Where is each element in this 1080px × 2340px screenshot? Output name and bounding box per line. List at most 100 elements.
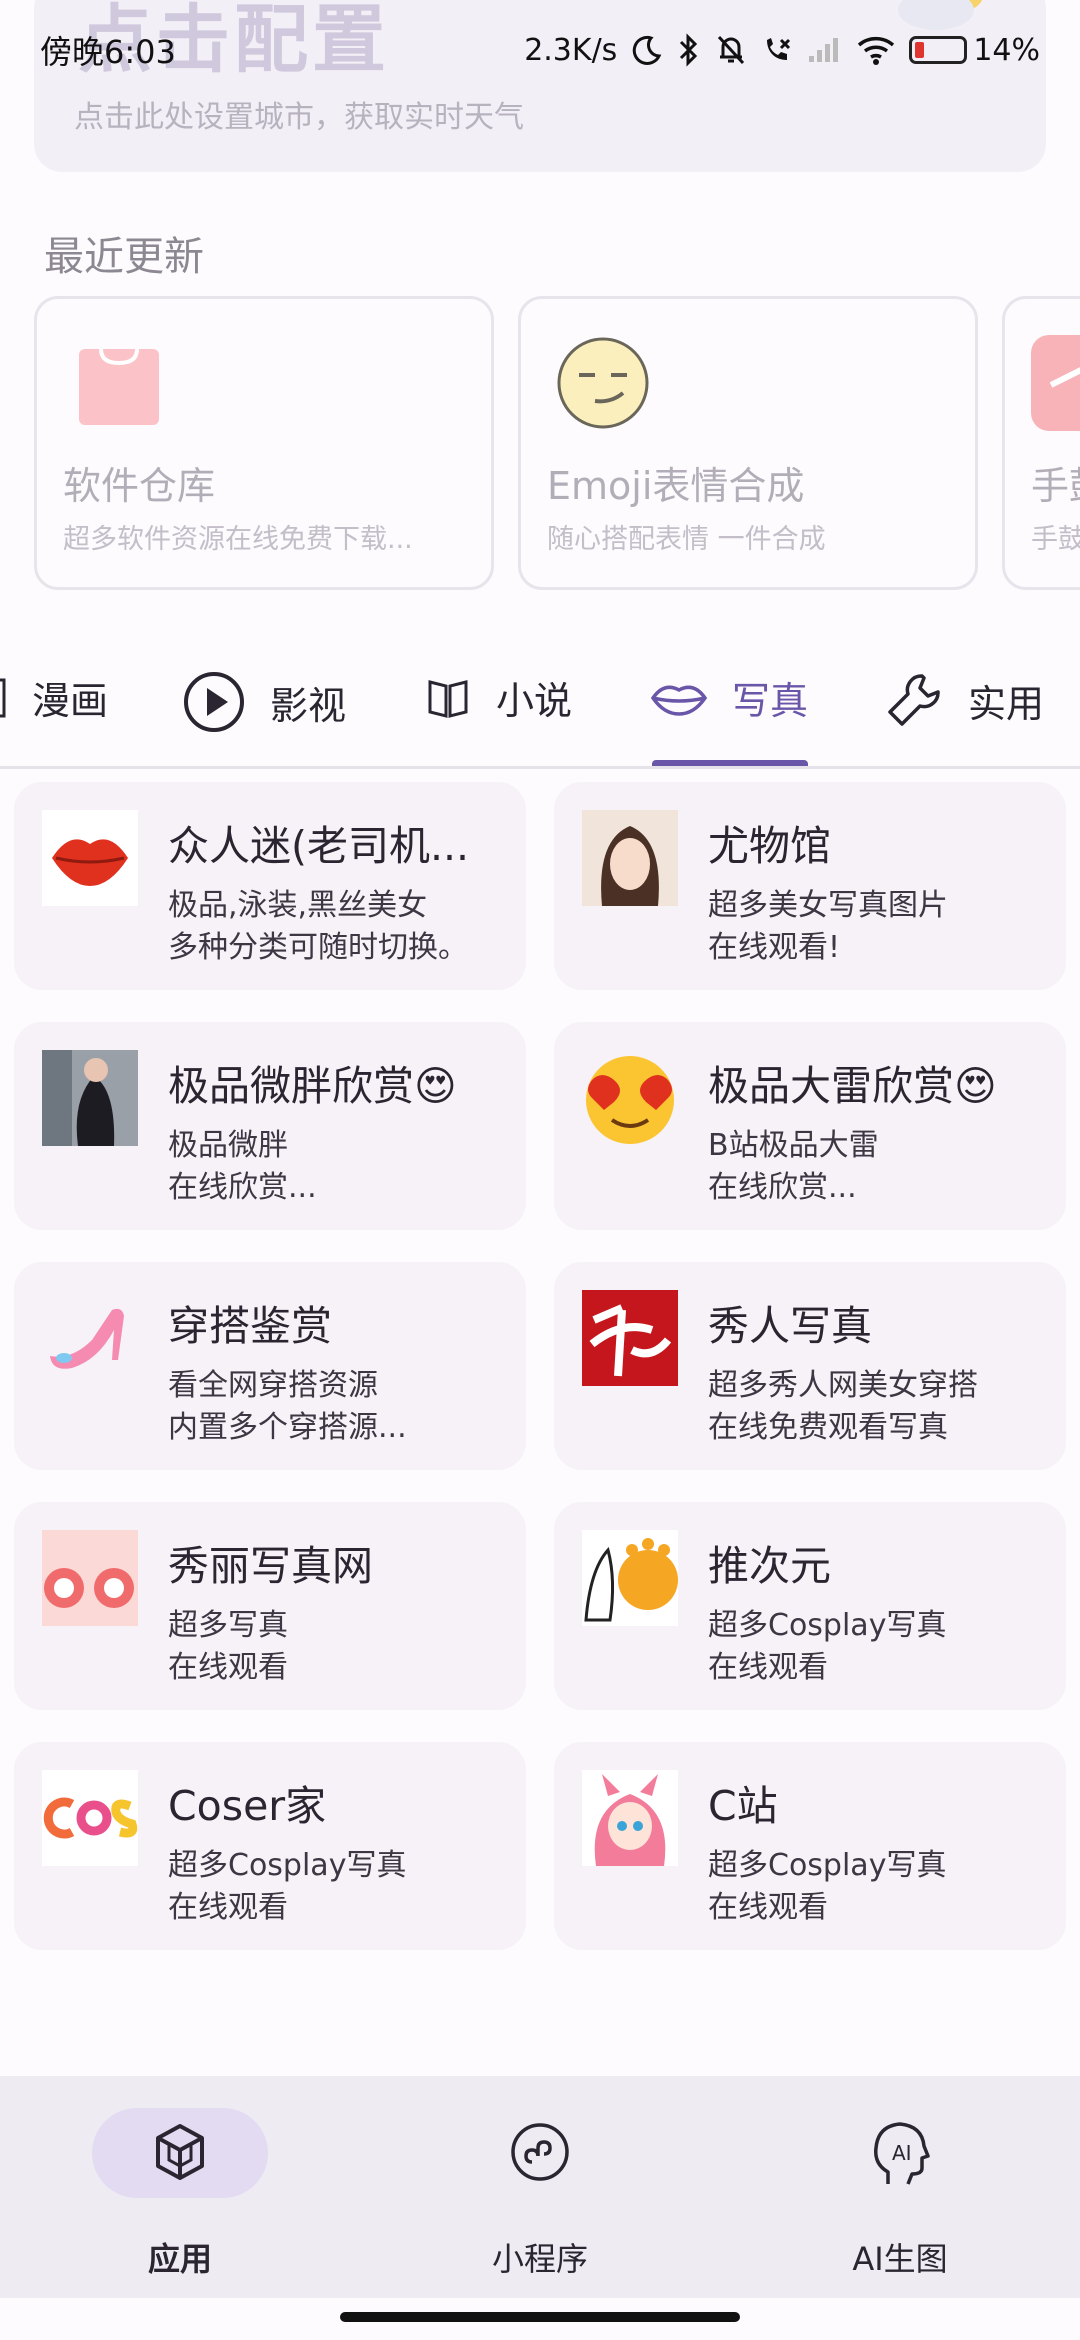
app-title: 推次元 xyxy=(708,1542,831,1590)
recent-card-title: 软件仓库 xyxy=(63,464,216,508)
tab-label: 漫画 xyxy=(32,679,109,723)
app-card[interactable]: 秀人写真 超多秀人网美女穿搭 在线免费观看写真 xyxy=(554,1262,1066,1470)
app-desc-line2: 在线欣赏... xyxy=(708,1170,857,1205)
app-desc-line2: 在线观看 xyxy=(708,1890,828,1925)
tab-label: 小说 xyxy=(496,679,573,723)
moon-icon xyxy=(633,35,662,65)
app-desc-line1: 超多Cosplay写真 xyxy=(708,1848,947,1883)
recent-card-subtitle: 随心搭配表情 一件合成 xyxy=(547,524,826,555)
app-desc-line1: B站极品大雷 xyxy=(708,1128,879,1163)
high-heel-icon xyxy=(42,1290,138,1386)
call-muted-icon xyxy=(767,38,791,60)
app-card[interactable]: 极品大雷欣赏😍 B站极品大雷 在线欣赏... xyxy=(554,1022,1066,1230)
open-book-icon xyxy=(428,679,468,718)
net-speed: 2.3K/s xyxy=(524,32,618,68)
tab-video[interactable]: 影视 xyxy=(182,670,346,734)
ai-head-icon: AI xyxy=(874,2122,930,2185)
nav-mini-programs[interactable]: 小程序 xyxy=(360,2076,720,2298)
app-card[interactable]: 推次元 超多Cosplay写真 在线观看 xyxy=(554,1502,1066,1710)
app-title: 尤物馆 xyxy=(708,822,831,870)
wifi-icon xyxy=(858,37,895,65)
heart-sunglasses-emoji-icon xyxy=(582,1050,678,1146)
shopping-bag-icon xyxy=(71,335,167,431)
smirk-emoji-icon xyxy=(555,335,651,431)
nav-label: 小程序 xyxy=(491,2240,588,2278)
recent-card[interactable]: 手鼓 手鼓 xyxy=(1002,296,1080,590)
cat-mascot-icon xyxy=(582,1530,678,1626)
app-title: 穿搭鉴赏 xyxy=(168,1302,332,1350)
app-title: C站 xyxy=(708,1782,778,1830)
play-icon xyxy=(184,672,244,732)
app-card[interactable]: 极品微胖欣赏😍 极品微胖 在线欣赏... xyxy=(14,1022,526,1230)
nav-apps[interactable]: 应用 xyxy=(0,2076,360,2298)
status-bar: 傍晚6:03 2.3K/s 14% xyxy=(0,0,1080,100)
app-title: 极品微胖欣赏😍 xyxy=(168,1062,457,1110)
app-title: Coser家 xyxy=(168,1782,327,1830)
tab-novel[interactable]: 小说 xyxy=(424,670,572,725)
cube-icon xyxy=(156,2124,204,2180)
app-title: 众人迷(老司机... xyxy=(168,822,470,870)
app-card[interactable]: 众人迷(老司机... 极品,泳装,黑丝美女 多种分类可随时切换。 xyxy=(14,782,526,990)
wrench-icon xyxy=(888,674,940,726)
lips-icon xyxy=(650,685,708,716)
nav-label: AI生图 xyxy=(852,2240,948,2278)
home-indicator[interactable] xyxy=(340,2312,740,2322)
app-title: 秀人写真 xyxy=(708,1302,872,1350)
tabs-divider xyxy=(0,766,1080,769)
app-card[interactable]: C站 超多Cosplay写真 在线观看 xyxy=(554,1742,1066,1950)
portrait-app-icon xyxy=(582,810,678,906)
tab-label: 写真 xyxy=(732,679,809,723)
app-desc-line2: 在线观看 xyxy=(168,1650,288,1685)
xiuli-logo-icon xyxy=(42,1530,138,1626)
status-time: 傍晚6:03 xyxy=(40,33,176,71)
app-card[interactable]: Coser家 超多Cosplay写真 在线观看 xyxy=(14,1742,526,1950)
bottom-nav: 应用 小程序 AI AI生图 xyxy=(0,2076,1080,2298)
signal-icon xyxy=(809,38,839,62)
tab-label: 实用 xyxy=(968,681,1045,726)
tab-photos[interactable]: 写真 xyxy=(650,670,808,725)
drum-icon xyxy=(1031,335,1080,431)
app-card[interactable]: 穿搭鉴赏 看全网穿搭资源 内置多个穿搭源... xyxy=(14,1262,526,1470)
app-desc-line2: 在线欣赏... xyxy=(168,1170,317,1205)
nav-label: 应用 xyxy=(147,2240,212,2278)
svg-text:AI: AI xyxy=(892,2141,912,2165)
app-desc-line1: 超多Cosplay写真 xyxy=(708,1608,947,1643)
lips-app-icon xyxy=(42,810,138,906)
category-tabs[interactable]: 漫画 影视 小说 写真 实用 xyxy=(0,620,1080,770)
recent-card-title: Emoji表情合成 xyxy=(547,464,805,508)
recent-card[interactable]: Emoji表情合成 随心搭配表情 一件合成 xyxy=(518,296,978,590)
app-desc-line2: 在线观看! xyxy=(708,930,841,965)
app-desc-line1: 超多美女写真图片 xyxy=(708,888,948,923)
tab-utility[interactable]: 实用 xyxy=(884,670,1044,730)
app-card[interactable]: 尤物馆 超多美女写真图片 在线观看! xyxy=(554,782,1066,990)
recent-section-title: 最近更新 xyxy=(44,234,204,280)
app-title: 极品大雷欣赏😍 xyxy=(708,1062,997,1110)
book-icon xyxy=(0,678,6,717)
app-desc-line2: 多种分类可随时切换。 xyxy=(168,930,468,965)
app-desc-line1: 极品微胖 xyxy=(168,1128,288,1163)
app-desc-line1: 看全网穿搭资源 xyxy=(168,1368,378,1403)
anime-girl-icon xyxy=(582,1770,678,1866)
app-card[interactable]: 秀丽写真网 超多写真 在线观看 xyxy=(14,1502,526,1710)
photo-app-icon xyxy=(42,1050,138,1146)
app-desc-line2: 内置多个穿搭源... xyxy=(168,1410,407,1445)
bluetooth-icon xyxy=(680,33,698,67)
app-desc-line1: 超多Cosplay写真 xyxy=(168,1848,407,1883)
app-desc-line2: 在线免费观看写真 xyxy=(708,1410,948,1445)
app-desc-line2: 在线观看 xyxy=(708,1650,828,1685)
status-icons: 2.3K/s 14% xyxy=(524,33,1040,68)
app-title: 秀丽写真网 xyxy=(168,1542,373,1590)
recent-carousel[interactable]: 软件仓库 超多软件资源在线免费下载... Emoji表情合成 随心搭配表情 一件… xyxy=(34,296,1080,592)
recent-card[interactable]: 软件仓库 超多软件资源在线免费下载... xyxy=(34,296,494,590)
nav-ai-image[interactable]: AI AI生图 xyxy=(720,2076,1080,2298)
recent-card-subtitle: 超多软件资源在线免费下载... xyxy=(63,524,413,555)
coser-logo-icon xyxy=(42,1770,138,1866)
tab-comics[interactable]: 漫画 xyxy=(0,670,108,725)
recent-card-subtitle: 手鼓 xyxy=(1031,524,1080,555)
app-desc-line1: 极品,泳装,黑丝美女 xyxy=(168,888,428,923)
app-desc-line1: 超多写真 xyxy=(168,1608,288,1643)
tab-label: 影视 xyxy=(270,683,347,728)
recent-card-title: 手鼓 xyxy=(1031,464,1080,508)
xiuren-logo-icon xyxy=(582,1290,678,1386)
battery-level: 14% xyxy=(973,32,1040,68)
